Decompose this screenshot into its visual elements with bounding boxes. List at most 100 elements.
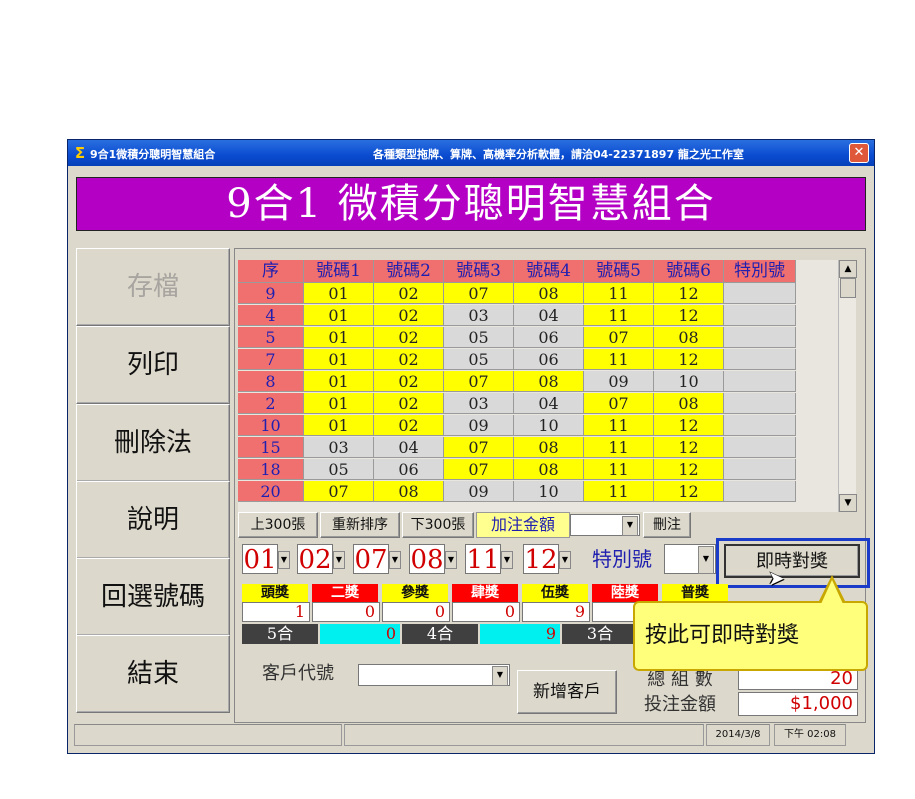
hit-label: 5合	[242, 624, 318, 644]
number-cell: 02	[374, 415, 444, 436]
chevron-down-icon[interactable]: ▼	[622, 516, 638, 536]
number-cell: 06	[514, 349, 584, 370]
number-cell: 12	[654, 283, 724, 304]
back-to-selection-button[interactable]: 回選號碼	[76, 558, 230, 636]
number-cell: 04	[374, 437, 444, 458]
chevron-down-icon[interactable]: ▼	[389, 551, 401, 569]
chevron-down-icon[interactable]: ▼	[278, 551, 290, 569]
status-bar: 2014/3/8 下午 02:08	[70, 724, 874, 746]
number-cell: 08	[514, 371, 584, 392]
number-cell: 05	[304, 459, 374, 480]
number-cell: 04	[514, 393, 584, 414]
special-number-cell	[724, 481, 796, 502]
prize-label: 伍獎	[522, 584, 588, 602]
prev-300-button[interactable]: 上300張	[238, 512, 318, 538]
column-header: 號碼3	[444, 260, 514, 283]
number-cell: 08	[374, 481, 444, 502]
column-header: 號碼6	[654, 260, 724, 283]
special-number-cell	[724, 437, 796, 458]
table-row[interactable]: 2 01 02 03 04 07 08	[238, 393, 796, 415]
row-index: 7	[238, 349, 304, 370]
number-cell: 01	[304, 349, 374, 370]
number-cell: 07	[444, 459, 514, 480]
number-cell: 10	[514, 415, 584, 436]
chevron-down-icon[interactable]: ▼	[492, 666, 508, 686]
resort-button[interactable]: 重新排序	[320, 512, 400, 538]
row-index: 8	[238, 371, 304, 392]
table-row[interactable]: 7 01 02 05 06 11 12	[238, 349, 796, 371]
help-button[interactable]: 說明	[76, 481, 230, 559]
mouse-cursor-icon: ➤	[768, 566, 785, 590]
hit-count: 0	[320, 624, 400, 644]
close-icon[interactable]: ✕	[849, 143, 869, 163]
add-bet-dropdown[interactable]: ▼	[570, 514, 640, 536]
table-row[interactable]: 18 05 06 07 08 11 12	[238, 459, 796, 481]
scroll-up-icon[interactable]: ▲	[839, 260, 857, 278]
table-row[interactable]: 4 01 02 03 04 11 12	[238, 305, 796, 327]
number-cell: 02	[374, 283, 444, 304]
save-button[interactable]: 存檔	[76, 248, 230, 326]
table-row[interactable]: 15 03 04 07 08 11 12	[238, 437, 796, 459]
column-header: 號碼5	[584, 260, 654, 283]
deletion-method-button[interactable]: 刪除法	[76, 404, 230, 482]
chevron-down-icon[interactable]: ▼	[559, 551, 571, 569]
special-number-dropdown[interactable]: ▼	[664, 544, 716, 574]
table-row[interactable]: 9 01 02 07 08 11 12	[238, 283, 796, 305]
customer-id-dropdown[interactable]: ▼	[358, 664, 510, 686]
title-bar[interactable]: Σ 9合1微積分聰明智慧組合 各種類型拖牌、算牌、高機率分析軟體，請洽04-22…	[68, 140, 874, 166]
special-number-cell	[724, 459, 796, 480]
prize-count: 0	[312, 602, 380, 622]
prize-label: 頭獎	[242, 584, 308, 602]
chevron-down-icon[interactable]: ▼	[501, 551, 513, 569]
number-cell: 10	[654, 371, 724, 392]
table-row[interactable]: 5 01 02 05 06 07 08	[238, 327, 796, 349]
table-scrollbar[interactable]: ▲ ▼	[838, 260, 857, 512]
draw-number-dropdown[interactable]: 01 ▼	[242, 544, 292, 575]
status-time: 下午 02:08	[774, 724, 846, 746]
draw-number-dropdown[interactable]: 11 ▼	[465, 544, 515, 575]
total-groups-value: 20	[738, 668, 858, 690]
number-cell: 07	[444, 371, 514, 392]
print-button[interactable]: 列印	[76, 326, 230, 404]
hit-count: 9	[480, 624, 560, 644]
sigma-icon: Σ	[74, 144, 86, 162]
row-index: 10	[238, 415, 304, 436]
number-cell: 04	[514, 305, 584, 326]
draw-number-dropdown[interactable]: 02 ▼	[297, 544, 347, 575]
scroll-down-icon[interactable]: ▼	[839, 494, 857, 512]
table-row[interactable]: 8 01 02 07 08 09 10	[238, 371, 796, 393]
table-row[interactable]: 20 07 08 09 10 11 12	[238, 481, 796, 503]
table-row[interactable]: 10 01 02 09 10 11 12	[238, 415, 796, 437]
row-index: 20	[238, 481, 304, 502]
number-cell: 10	[514, 481, 584, 502]
chevron-down-icon[interactable]: ▼	[445, 551, 457, 569]
number-cell: 03	[304, 437, 374, 458]
draw-number-dropdown[interactable]: 12 ▼	[523, 544, 573, 575]
instant-check-button[interactable]: 即時對獎	[724, 544, 860, 578]
add-bet-label: 加注金額	[476, 512, 570, 538]
scroll-thumb[interactable]	[840, 278, 856, 298]
number-cell: 11	[584, 459, 654, 480]
draw-number-dropdown[interactable]: 08 ▼	[409, 544, 459, 575]
add-customer-button[interactable]: 新增客戶	[517, 670, 617, 714]
draw-number-value: 11	[465, 544, 501, 575]
prize-label: 普獎	[662, 584, 728, 602]
number-cell: 01	[304, 327, 374, 348]
column-header: 特別號	[724, 260, 796, 283]
row-index: 2	[238, 393, 304, 414]
number-cell: 09	[584, 371, 654, 392]
number-cell: 12	[654, 349, 724, 370]
number-cell: 06	[514, 327, 584, 348]
exit-button[interactable]: 結束	[76, 635, 230, 713]
prize-label: 肆獎	[452, 584, 518, 602]
delete-bet-button[interactable]: 刪注	[643, 512, 691, 538]
number-cell: 01	[304, 305, 374, 326]
draw-number-dropdown[interactable]: 07 ▼	[353, 544, 403, 575]
next-300-button[interactable]: 下300張	[402, 512, 474, 538]
number-cell: 01	[304, 283, 374, 304]
column-header: 號碼4	[514, 260, 584, 283]
chevron-down-icon[interactable]: ▼	[698, 546, 714, 574]
chevron-down-icon[interactable]: ▼	[333, 551, 345, 569]
number-cell: 07	[444, 283, 514, 304]
combination-table[interactable]: 序號碼1 號碼2 號碼3 號碼4 號碼5 號碼6 特別號 9 01 02 07 08 11 12 4 01 02…	[238, 260, 838, 512]
